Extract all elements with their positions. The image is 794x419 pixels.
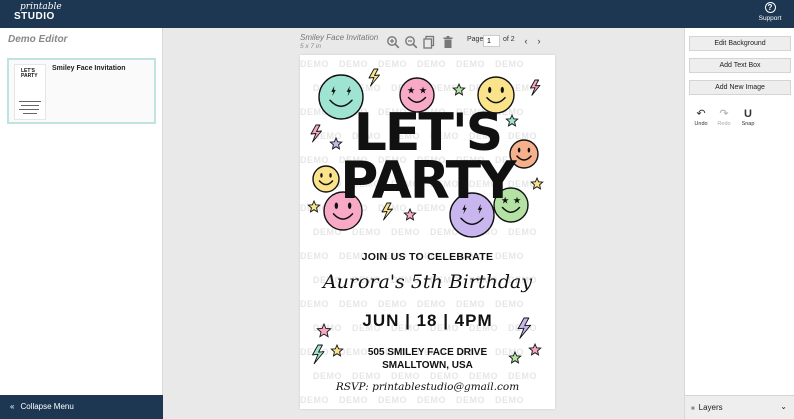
- address-line-1[interactable]: 505 SMILEY FACE DRIVE: [300, 347, 555, 358]
- redo-button[interactable]: ↷ Redo: [714, 108, 734, 127]
- svg-text:★: ★: [407, 85, 415, 95]
- logo[interactable]: printable STUDIO: [14, 3, 62, 22]
- address-line-2[interactable]: SMALLTOWN, USA: [300, 360, 555, 371]
- undo-label: Undo: [694, 121, 708, 127]
- redo-label: Redo: [717, 121, 731, 127]
- collapse-menu-label: Collapse Menu: [20, 402, 74, 411]
- question-circle-icon: ?: [764, 2, 776, 13]
- double-chevron-left-icon: «: [10, 402, 15, 411]
- page-number-input[interactable]: [483, 35, 500, 47]
- chevron-left-icon: ‹: [524, 36, 528, 46]
- chevron-down-icon: ⌄: [780, 402, 787, 411]
- next-page-button[interactable]: ›: [533, 35, 545, 47]
- trash-icon[interactable]: [441, 35, 455, 49]
- date-time-text[interactable]: JUN | 18 | 4PM: [300, 311, 555, 331]
- document-size: 5 x 7 in: [300, 43, 321, 50]
- left-panel: Demo Editor LET'S PARTY Smiley Face Invi…: [0, 28, 163, 419]
- star-icon: [452, 82, 466, 96]
- rsvp-text[interactable]: RSVP: printablestudio@gmail.com: [300, 381, 555, 393]
- lock-icon: ■: [691, 406, 695, 412]
- thumbnail-headline: LET'S PARTY: [21, 68, 38, 79]
- previous-page-button[interactable]: ‹: [520, 35, 532, 47]
- support-label: Support: [758, 15, 782, 22]
- layers-panel-toggle[interactable]: ■ Layers ⌄: [685, 395, 794, 419]
- zoom-in-icon[interactable]: [386, 35, 400, 49]
- headline-party[interactable]: PARTY: [300, 155, 555, 207]
- document-name: Smiley Face Invitation: [300, 33, 379, 42]
- lightning-bolt-icon: [530, 79, 541, 96]
- design-canvas[interactable]: DEMO DEMO DEMO DEMO DEMO DEMO DEMO DEMO DEMO DEMO…: [300, 55, 555, 409]
- logo-wordmark: STUDIO: [14, 11, 55, 22]
- snap-button[interactable]: U Snap: [738, 108, 758, 127]
- add-new-image-button[interactable]: Add New Image: [689, 80, 791, 95]
- chevron-right-icon: ›: [537, 36, 541, 46]
- design-card[interactable]: LET'S PARTY Smiley Face Invitation: [7, 58, 156, 124]
- undo-icon: ↶: [696, 108, 706, 120]
- redo-icon: ↷: [719, 108, 729, 120]
- zoom-out-icon[interactable]: [404, 35, 418, 49]
- join-text[interactable]: JOIN US TO CELEBRATE: [300, 251, 555, 263]
- magnet-icon: U: [744, 108, 752, 120]
- editor-title: Demo Editor: [8, 34, 68, 45]
- design-thumbnail: LET'S PARTY: [14, 64, 46, 120]
- lightning-bolt-icon: [368, 68, 380, 87]
- svg-text:★: ★: [419, 85, 427, 95]
- snap-label: Snap: [741, 121, 755, 127]
- support-button[interactable]: ? Support: [758, 2, 782, 22]
- birthday-name-text[interactable]: Aurora's 5th Birthday: [300, 271, 555, 293]
- layers-label: Layers: [698, 403, 723, 412]
- top-bar: printable STUDIO ? Support: [0, 0, 794, 28]
- copy-icon[interactable]: [422, 35, 436, 49]
- page-total: of 2: [503, 36, 515, 43]
- design-name: Smiley Face Invitation: [52, 65, 126, 72]
- page-label: Page: [467, 36, 484, 43]
- right-panel: Edit Background Add Text Box Add New Ima…: [684, 28, 794, 419]
- undo-button[interactable]: ↶ Undo: [691, 108, 711, 127]
- collapse-menu-button[interactable]: « Collapse Menu: [0, 395, 163, 419]
- edit-background-button[interactable]: Edit Background: [689, 36, 791, 51]
- add-text-box-button[interactable]: Add Text Box: [689, 58, 791, 73]
